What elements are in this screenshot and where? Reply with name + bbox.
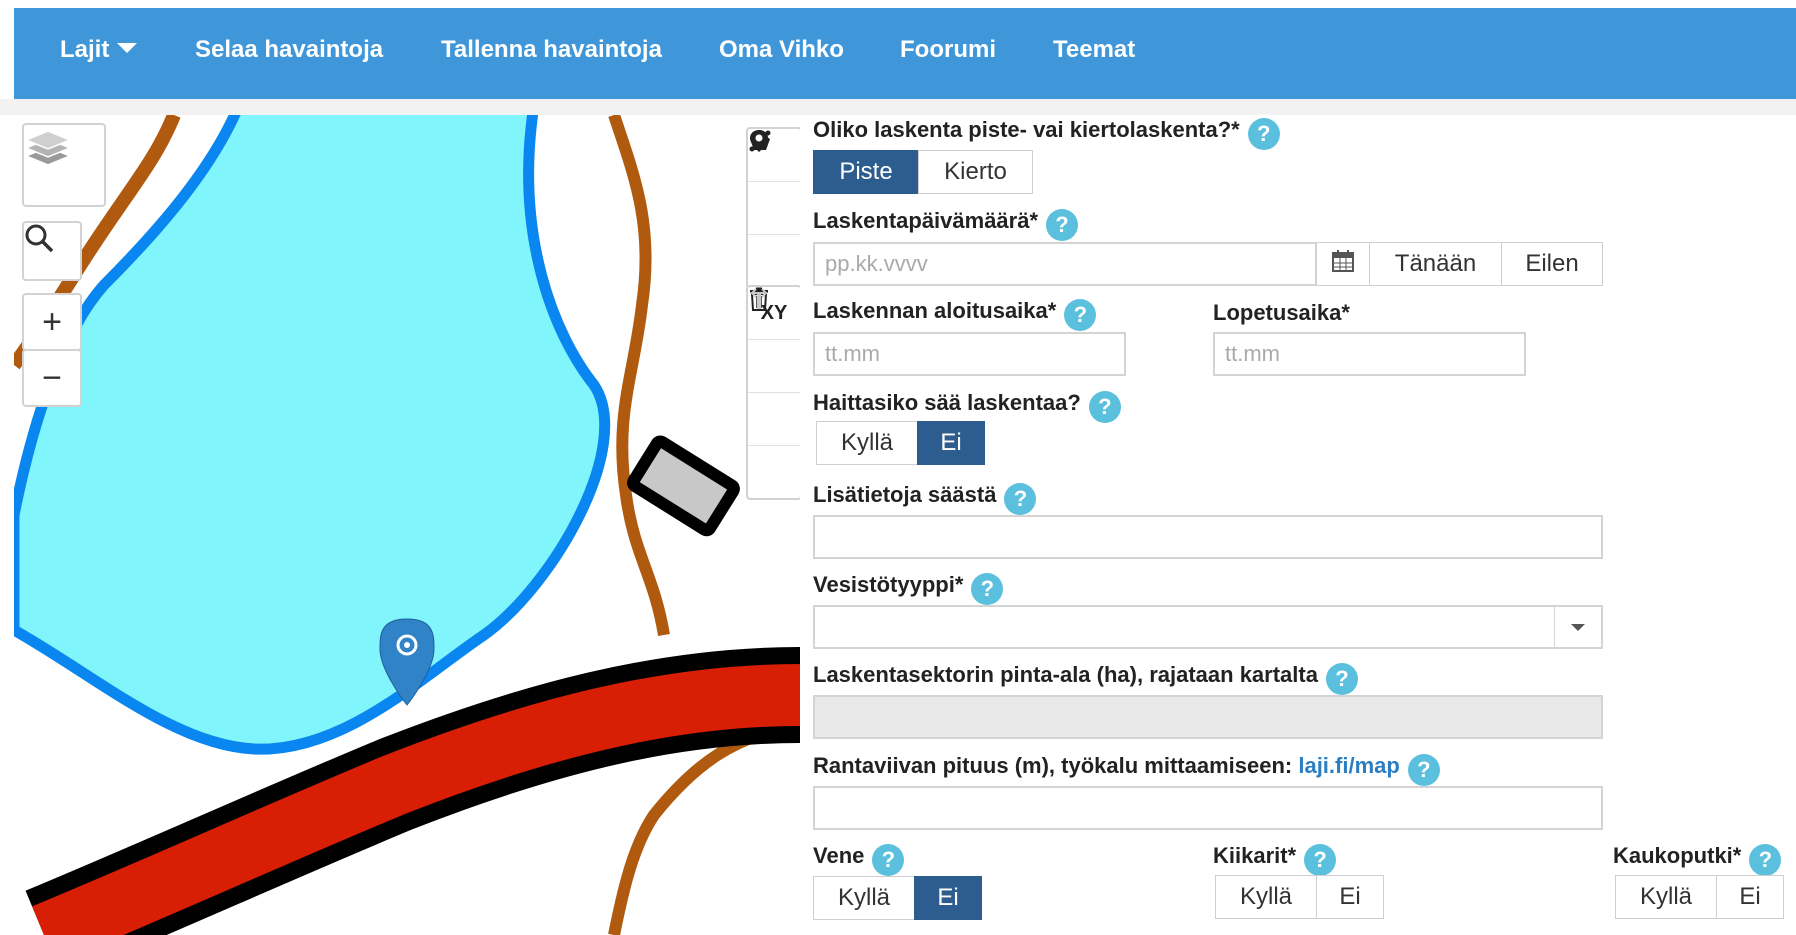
help-icon[interactable]: ? [872, 844, 905, 876]
caret-down-icon [117, 43, 138, 53]
today-button[interactable]: Tänään [1369, 242, 1502, 286]
weather-yes-button[interactable]: Kyllä [816, 421, 918, 465]
nav-foorumi[interactable]: Foorumi [900, 8, 996, 99]
trail-right [608, 115, 670, 636]
map-search-button[interactable] [22, 221, 82, 281]
end-time-input[interactable]: tt.mm [1213, 332, 1526, 376]
telescope-no-button[interactable]: Ei [1716, 875, 1784, 919]
chevron-down-icon [1571, 624, 1585, 631]
count-type-piste-button[interactable]: Piste [813, 150, 919, 194]
redo-button[interactable] [748, 288, 800, 498]
telescope-label-row: Kaukoputki*? [1613, 843, 1782, 876]
map-panel[interactable]: + − XY [14, 115, 800, 935]
binoculars-yes-button[interactable]: Kyllä [1215, 875, 1317, 919]
count-type-label-row: Oliko laskenta piste- vai kiertolaskenta… [813, 117, 1280, 150]
help-icon[interactable]: ? [1407, 754, 1440, 786]
telescope-yes-button[interactable]: Kyllä [1615, 875, 1717, 919]
sector-area-label-row: Laskentasektorin pinta-ala (ha), rajataa… [813, 662, 1358, 695]
top-navbar: Lajit Selaa havaintoja Tallenna havainto… [14, 8, 1796, 99]
nav-teemat[interactable]: Teemat [1053, 8, 1135, 99]
help-icon[interactable]: ? [1004, 483, 1037, 515]
weather-label-row: Haittasiko sää laskentaa?? [813, 390, 1121, 423]
nav-oma-vihko[interactable]: Oma Vihko [719, 8, 844, 99]
water-type-label-row: Vesistötyyppi*? [813, 572, 1004, 605]
yesterday-button[interactable]: Eilen [1501, 242, 1603, 286]
calendar-icon [1332, 250, 1354, 272]
layers-button[interactable] [22, 123, 106, 207]
zoom-out-button[interactable]: − [22, 349, 82, 407]
header-separator [0, 99, 1796, 115]
shoreline-input[interactable] [813, 786, 1603, 830]
zoom-in-button[interactable]: + [22, 293, 82, 351]
help-icon[interactable]: ? [1247, 118, 1280, 150]
weather-info-input[interactable] [813, 515, 1603, 559]
water-type-select[interactable] [813, 605, 1603, 649]
binoculars-label: Kiikarit* [1213, 843, 1297, 868]
draw-marker-button[interactable] [748, 130, 800, 287]
start-time-input[interactable]: tt.mm [813, 332, 1126, 376]
water-type-label: Vesistötyyppi* [813, 572, 964, 597]
start-time-label-row: Laskennan aloitusaika*? [813, 298, 1097, 331]
weather-info-label-row: Lisätietoja säästä? [813, 482, 1037, 515]
search-icon [25, 224, 54, 253]
date-label: Laskentapäivämäärä* [813, 208, 1039, 233]
redo-icon [757, 288, 768, 309]
help-icon[interactable]: ? [1325, 663, 1358, 695]
select-toggle[interactable] [1554, 607, 1601, 647]
nav-tallenna-havaintoja[interactable]: Tallenna havaintoja [441, 8, 662, 99]
count-type-label: Oliko laskenta piste- vai kiertolaskenta… [813, 117, 1240, 142]
map-tool-link[interactable]: laji.fi/map [1298, 753, 1399, 778]
help-icon[interactable]: ? [1749, 844, 1782, 876]
telescope-label: Kaukoputki* [1613, 843, 1742, 868]
count-type-kierto-button[interactable]: Kierto [918, 150, 1033, 194]
start-time-label: Laskennan aloitusaika* [813, 298, 1057, 323]
help-icon[interactable]: ? [971, 573, 1004, 605]
boat-label: Vene [813, 843, 865, 868]
date-input[interactable]: pp.kk.vvvv [813, 242, 1317, 286]
boat-yes-button[interactable]: Kyllä [813, 876, 915, 920]
binoculars-label-row: Kiikarit*? [1213, 843, 1337, 876]
nav-lajit-dropdown[interactable]: Lajit [60, 8, 138, 99]
map-canvas[interactable] [14, 115, 800, 935]
binoculars-no-button[interactable]: Ei [1316, 875, 1384, 919]
boat-label-row: Vene? [813, 843, 905, 876]
boat-no-button[interactable]: Ei [914, 876, 982, 920]
sector-area-input [813, 695, 1603, 739]
help-icon[interactable]: ? [1088, 391, 1121, 423]
sector-area-label: Laskentasektorin pinta-ala (ha), rajataa… [813, 662, 1318, 687]
map-pin-icon [750, 130, 768, 152]
shoreline-label-row: Rantaviivan pituus (m), työkalu mittaami… [813, 753, 1440, 786]
shoreline-label: Rantaviivan pituus (m), työkalu mittaami… [813, 753, 1299, 778]
help-icon[interactable]: ? [1046, 209, 1079, 241]
undo-button[interactable] [748, 288, 800, 446]
observation-form: Oliko laskenta piste- vai kiertolaskenta… [800, 115, 1796, 935]
calendar-button[interactable] [1316, 242, 1370, 286]
weather-no-button[interactable]: Ei [917, 421, 985, 465]
building-shape [627, 435, 740, 537]
lake-shape [14, 115, 611, 755]
edit-toolbar: XY [746, 285, 800, 500]
nav-selaa-havaintoja[interactable]: Selaa havaintoja [195, 8, 383, 99]
nav-lajit-label: Lajit [60, 36, 110, 63]
weather-label: Haittasiko sää laskentaa? [813, 390, 1081, 415]
weather-info-label: Lisätietoja säästä [813, 482, 997, 507]
date-label-row: Laskentapäivämäärä*? [813, 208, 1079, 241]
delete-button[interactable] [748, 287, 800, 393]
end-time-label: Lopetusaika* [1213, 300, 1350, 325]
layers-icon [24, 130, 72, 166]
help-icon[interactable]: ? [1064, 299, 1097, 331]
draw-polygon-button[interactable] [748, 132, 800, 235]
draw-toolbar [746, 127, 800, 289]
help-icon[interactable]: ? [1304, 844, 1337, 876]
